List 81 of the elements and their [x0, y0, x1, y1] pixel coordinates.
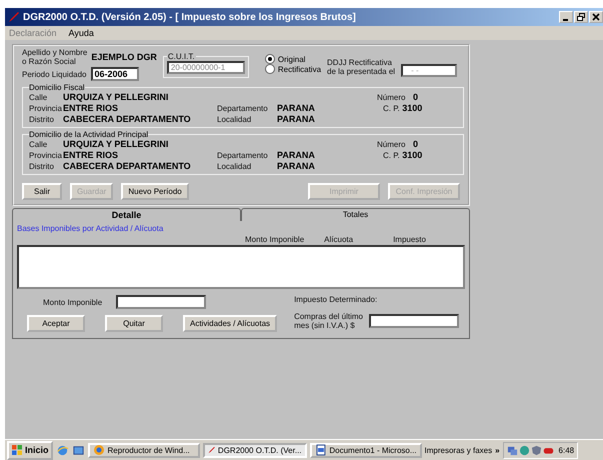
shield-icon[interactable] — [530, 444, 542, 456]
field-value: CABECERA DEPARTAMENTO — [63, 161, 192, 172]
document-icon — [314, 444, 326, 456]
field-label: C. P. — [383, 151, 400, 160]
column-header: Alícuota — [324, 235, 354, 244]
field-value: CABECERA DEPARTAMENTO — [63, 114, 192, 125]
period-field[interactable]: 06-2006 — [90, 67, 138, 81]
group-title: Domicilio de la Actividad Principal — [29, 130, 148, 139]
field-label: Departamento — [217, 103, 269, 114]
taskbar-button[interactable]: Reproductor de Wind... — [88, 442, 200, 458]
name-label: o Razón Social — [22, 57, 77, 66]
network-icon[interactable] — [506, 444, 518, 456]
radio-option[interactable]: Rectificativa — [264, 64, 322, 74]
radio-option[interactable]: Original — [264, 54, 322, 64]
field-label: Provincia — [29, 150, 63, 161]
action-button[interactable]: Nuevo Período — [121, 183, 189, 200]
column-header: Monto Imponible — [245, 235, 304, 244]
desktop-icon[interactable] — [72, 444, 85, 456]
tab[interactable]: Totales — [241, 208, 470, 221]
pen-icon — [8, 11, 20, 23]
tax-label: Impuesto Determinado: — [294, 295, 378, 304]
field-label: Provincia — [29, 103, 63, 114]
purchases-label: Compras del último — [294, 312, 363, 321]
minimize-button[interactable] — [559, 11, 573, 23]
period-label: Periodo Liquidado — [22, 70, 86, 78]
field-label: C. P. — [383, 104, 400, 113]
field-value: 0 — [413, 92, 420, 103]
close-icon — [592, 13, 600, 21]
amount-label: Monto Imponible — [43, 298, 102, 306]
restore-button[interactable] — [574, 11, 588, 23]
field-value: PARANA — [277, 103, 316, 114]
field-value: 3100 — [402, 150, 422, 160]
field-label: Departamento — [217, 150, 269, 161]
field-value: 3100 — [402, 103, 422, 113]
name-value: EJEMPLO DGR — [91, 52, 157, 62]
purchases-label: mes (sin I.V.A.) $ — [294, 321, 356, 330]
column-header: Impuesto — [393, 235, 426, 244]
field-value: URQUIZA Y PELLEGRINI — [63, 139, 170, 150]
field-value: URQUIZA Y PELLEGRINI — [63, 92, 170, 103]
field-value: PARANA — [277, 114, 316, 125]
field-value: PARANA — [277, 150, 316, 161]
restore-icon — [577, 13, 585, 21]
field-label: Número — [377, 139, 406, 150]
action-button[interactable]: Actividades / Alícuotas — [183, 315, 278, 332]
list-box[interactable] — [17, 245, 465, 289]
menu-item[interactable]: Ayuda — [68, 28, 94, 38]
taskbar-button[interactable]: DGR2000 O.T.D. (Ver... — [202, 442, 307, 458]
field-label: Distrito — [29, 161, 55, 172]
field-label: Distrito — [29, 114, 55, 125]
field-value: ENTRE RIOS — [63, 103, 120, 114]
action-button[interactable]: Quitar — [105, 315, 163, 332]
tab[interactable]: Detalle — [12, 208, 241, 221]
purchases-field[interactable] — [369, 314, 459, 328]
taskbar-button[interactable]: Documento1 - Microso... — [310, 442, 422, 458]
cuit-field: 20-00000000-1 — [166, 61, 245, 74]
field-label: Calle — [29, 139, 48, 150]
start-button[interactable]: Inicio — [7, 440, 53, 460]
action-button[interactable]: Salir — [22, 183, 62, 200]
rectificativa-label: de la presentada el — [327, 67, 396, 76]
windows-logo-icon — [11, 444, 23, 456]
rectificativa-label: DDJJ Rectificativa — [327, 58, 393, 67]
group-title: Domicilio Fiscal — [29, 83, 85, 92]
toolbar-chevron[interactable]: » — [495, 446, 500, 454]
close-button[interactable] — [589, 11, 603, 23]
list-caption: Bases Imponibles por Actividad / Alícuota — [17, 224, 164, 233]
field-value: 0 — [413, 139, 420, 150]
clock: 6:48 — [558, 446, 574, 454]
field-label: Localidad — [217, 161, 252, 172]
field-label: Calle — [29, 92, 48, 103]
cuit-label: C.U.I.T. — [166, 52, 196, 61]
field-value: ENTRE RIOS — [63, 150, 120, 161]
date-field: - - — [401, 64, 458, 77]
media-player-icon — [92, 444, 105, 456]
field-value: PARANA — [277, 161, 316, 172]
action-button[interactable]: Aceptar — [27, 315, 85, 332]
toolbar-label[interactable]: Impresoras y faxes — [424, 446, 492, 454]
field-label: Localidad — [217, 114, 252, 125]
field-label: Número — [377, 92, 406, 103]
amount-field[interactable] — [116, 295, 206, 309]
name-label: Apellido y Nombre — [22, 48, 88, 57]
window-title: DGR2000 O.T.D. (Versión 2.05) - [ Impuesto sobre los Ingresos Brutos] — [23, 12, 357, 22]
